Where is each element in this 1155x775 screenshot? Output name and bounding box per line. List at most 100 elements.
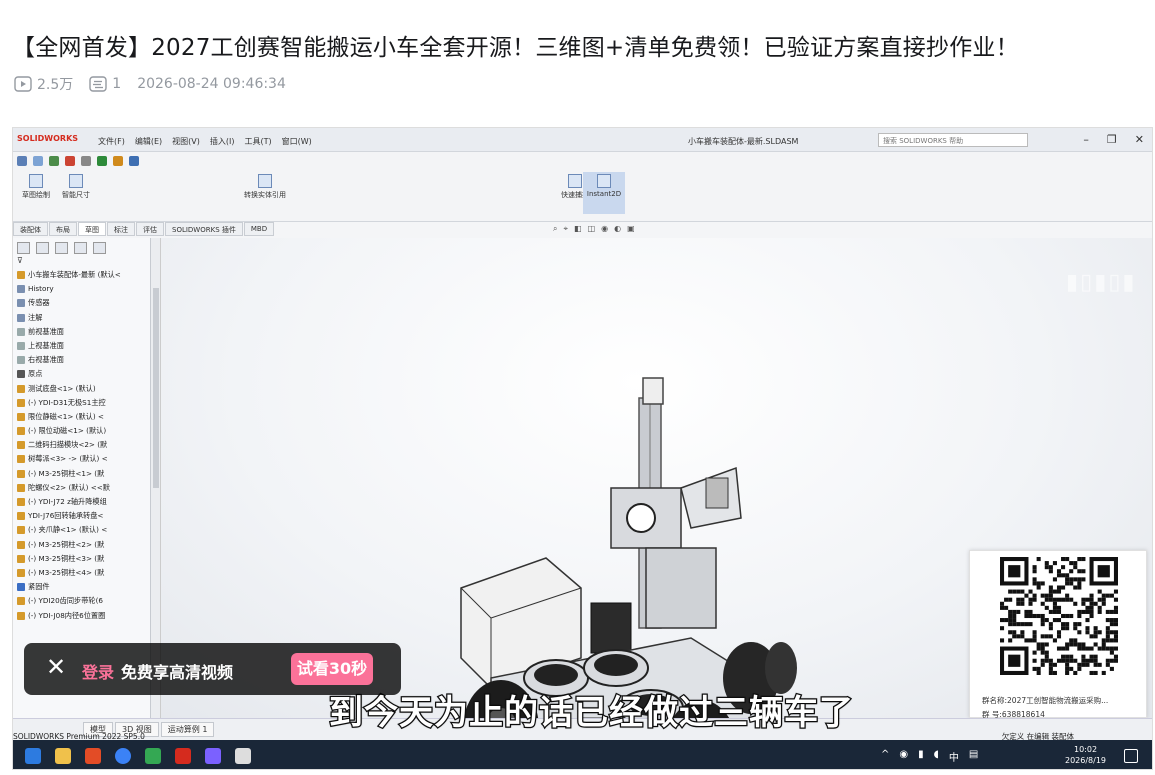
tab-layout: 布局 [49,222,77,236]
feature-manager-icon [17,242,30,254]
publish-date: 2026-08-24 09:46:34 [137,76,286,92]
tree-item: 陀螺仪<2> (默认) <<默 [13,481,150,495]
component-icon [17,313,25,322]
tree-item-label: (-) YDI-J72 z轴升降模组 [28,497,107,506]
ribbon-dimension-label: 智能尺寸 [62,191,90,199]
tree-item: (-) YDI-D31无极S1主控 [13,396,150,410]
tree-item: (-) 夹爪静<1> (默认) < [13,523,150,537]
video-title: 【全网首发】2027工创赛智能搬运小车全套开源！三维图+清单免费领！已验证方案直… [12,35,1019,61]
qr-code-icon [1000,557,1118,675]
tab-mbd: MBD [243,222,275,236]
toolbar-icon [65,156,75,166]
tree-item-label: (-) 限位动磁<1> (默认) [28,426,107,436]
notification-icon [1124,749,1138,763]
ribbon-convert-label: 转换实体引用 [244,191,286,199]
tab-addins: SOLIDWORKS 插件 [165,222,243,236]
tab-sketch: 草图 [78,222,106,236]
ribbon-smart-dimension: 智能尺寸 [55,174,97,200]
ime-indicator: 中 [948,753,959,764]
tree-item: 传感器 [13,296,150,310]
configuration-manager-icon [55,242,68,254]
tree-item-label: 传感器 [28,298,50,308]
tree-item-label: (-) YDI20齿同步带轮(6 [28,596,103,606]
tree-root-label: 小车搬车装配体-最新 (默认< [28,270,121,279]
keyboard-icon: ▤ [968,749,979,760]
tab-motion-study: 运动算例 1 [160,722,215,737]
network-icon: ◉ [899,749,909,760]
tree-item: (-) YDI-J72 z轴升降模组 [13,495,150,509]
menu-insert: 插入(I) [209,137,235,146]
solidworks-titlebar: SOLIDWORKS 文件(F) 编辑(E) 视图(V) 插入(I) 工具(T)… [13,128,1152,152]
volume-icon: ◖ [933,749,939,760]
login-link[interactable]: 登录 [82,659,114,683]
component-icon [17,611,25,620]
tree-item: YDI-J76回转轴承转盘< [13,509,150,523]
tree-item-label: 限位静磁<1> (默认) < [28,411,104,421]
toolbar-icon [97,156,107,166]
tab-markup: 标注 [107,222,135,236]
ribbon-convert: 转换实体引用 [235,174,295,200]
tab-assembly: 装配体 [13,222,48,236]
tab-evaluate: 评估 [136,222,164,236]
command-tabs: 装配体 布局 草图 标注 评估 SOLIDWORKS 插件 MBD [13,222,275,236]
ribbon-quick-icons [17,156,139,166]
video-watermark-icon: ▮▯▮▯▮ [1066,270,1137,295]
close-icon: ✕ [1134,133,1144,146]
browser-icon [115,748,131,764]
restore-icon: ❐ [1106,133,1117,146]
ribbon-instant2d: Instant2D [583,172,625,214]
tree-item: (-) M3-25铜柱<1> (默 [13,467,150,481]
app-icon [235,748,251,764]
filter-icon: ⊽ [17,256,23,265]
tree-item: (-) M3-25铜柱<2> (默 [13,538,150,552]
tree-item: (-) 限位动磁<1> (默认) [13,424,150,438]
tree-item: 前视基准面 [13,325,150,339]
tree-item-label: (-) 夹爪静<1> (默认) < [28,525,108,535]
tree-item-label: (-) YDI-J08内径6位置圈 [28,610,106,620]
component-icon [17,498,25,506]
minimize-icon: – [1083,133,1089,146]
tree-item: (-) M3-25铜柱<3> (默 [13,552,150,566]
clock-time: 10:02 [1073,745,1098,754]
close-promo-icon[interactable]: ✕ [46,655,66,679]
tree-item: 紧固件 [13,580,150,594]
component-icon [17,583,25,592]
view-orientation-icon: ◫ [587,224,596,233]
app-icon [145,748,161,764]
tree-item-label: History [28,284,54,294]
menu-edit: 编辑(E) [134,137,163,146]
component-icon [17,427,25,436]
menu-view: 视图(V) [172,137,200,146]
property-manager-icon [36,242,49,254]
tree-item-label: 陀螺仪<2> (默认) <<默 [28,482,110,492]
toolbar-icon [129,156,139,166]
component-icon [17,441,25,450]
component-icon [17,526,25,535]
tree-item-label: 原点 [28,369,43,379]
video-meta: 2.5万 1 2026-08-24 09:46:34 [14,74,302,94]
danmaku-count: 1 [89,76,121,92]
zoom-fit-icon: ⌕ [553,224,558,233]
solidworks-ribbon: 草图绘制 智能尺寸 转换实体引用 快速捕捉 Instant2D [13,152,1152,222]
view-count: 2.5万 [14,74,73,94]
tree-item-label: YDI-J76回转轴承转盘< [28,511,104,521]
instant2d-icon [597,174,611,188]
component-icon [17,384,25,393]
tree-item-label: 前视基准面 [28,326,64,336]
component-icon [17,455,25,464]
snap-icon [568,174,582,188]
tree-item-label: (-) YDI-D31无极S1主控 [28,397,106,407]
danmaku-count-value: 1 [112,76,122,92]
file-explorer-icon [55,748,71,764]
component-icon [17,398,25,407]
tree-item-label: (-) M3-25铜柱<1> (默 [28,468,105,478]
tray-chevron-icon: ^ [881,749,890,760]
component-icon [17,327,25,336]
component-icon [17,540,25,549]
trial-watch-button[interactable]: 试看30秒 [291,653,373,685]
component-icon [17,299,25,308]
display-manager-icon [93,242,106,254]
toolbar-icon [81,156,91,166]
tree-item: (-) YDI-J08内径6位置圈 [13,609,150,623]
help-search-box: 搜索 SOLIDWORKS 帮助 [878,133,1028,147]
